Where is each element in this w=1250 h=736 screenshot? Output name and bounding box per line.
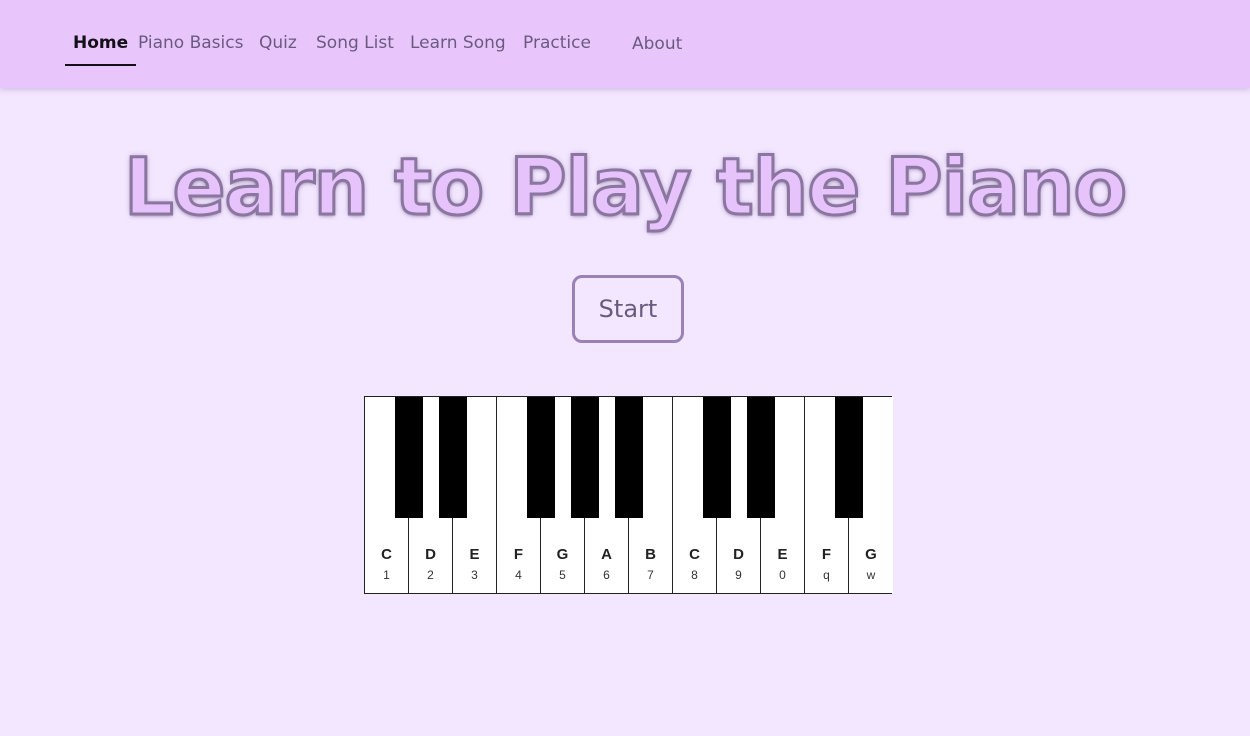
nav-quiz[interactable]: Quiz [259, 30, 297, 66]
key-note-label: F [821, 546, 832, 563]
key-binding-label: w [866, 568, 876, 582]
piano-black-key[interactable] [571, 397, 599, 518]
key-note-label: C [381, 546, 392, 563]
key-binding-label: 9 [735, 568, 742, 582]
nav-about[interactable]: About [632, 31, 682, 67]
piano-black-key[interactable] [835, 397, 863, 518]
key-note-label: F [513, 546, 524, 563]
key-note-label: G [556, 546, 569, 563]
piano-black-key[interactable] [395, 397, 423, 518]
top-navbar: Home Piano Basics Quiz Song List Learn S… [0, 0, 1250, 88]
nav-song-list[interactable]: Song List [316, 30, 394, 66]
piano-black-key[interactable] [527, 397, 555, 518]
piano-black-key[interactable] [747, 397, 775, 518]
piano-black-key[interactable] [703, 397, 731, 518]
key-binding-label: 6 [603, 568, 610, 582]
key-binding-label: 8 [691, 568, 698, 582]
key-binding-label: 5 [559, 568, 566, 582]
key-note-label: A [601, 546, 612, 563]
key-binding-label: 2 [427, 568, 434, 582]
nav-learn-song[interactable]: Learn Song [410, 30, 506, 66]
key-binding-label: 1 [383, 568, 390, 582]
nav-piano-basics[interactable]: Piano Basics [138, 30, 243, 66]
nav-home[interactable]: Home [65, 30, 137, 66]
page-title: Learn to Play the Piano [122, 142, 1128, 235]
key-note-label: D [733, 546, 744, 563]
key-note-label: B [645, 546, 656, 563]
key-binding-label: 3 [471, 568, 478, 582]
key-note-label: E [777, 546, 788, 563]
key-binding-label: 4 [515, 568, 522, 582]
piano-keyboard: C 1 D 2 E 3 F 4 G 5 A 6 B 7 C 8 D 9 E 0 … [364, 396, 893, 594]
key-binding-label: 7 [647, 568, 654, 582]
key-note-label: E [469, 546, 480, 563]
start-button[interactable]: Start [572, 275, 684, 343]
piano-black-key[interactable] [439, 397, 467, 518]
key-note-label: C [689, 546, 700, 563]
key-binding-label: 0 [779, 568, 786, 582]
nav-practice[interactable]: Practice [523, 30, 591, 66]
key-note-label: G [865, 546, 877, 563]
piano-black-key[interactable] [615, 397, 643, 518]
key-binding-label: q [823, 568, 830, 582]
key-note-label: D [425, 546, 436, 563]
